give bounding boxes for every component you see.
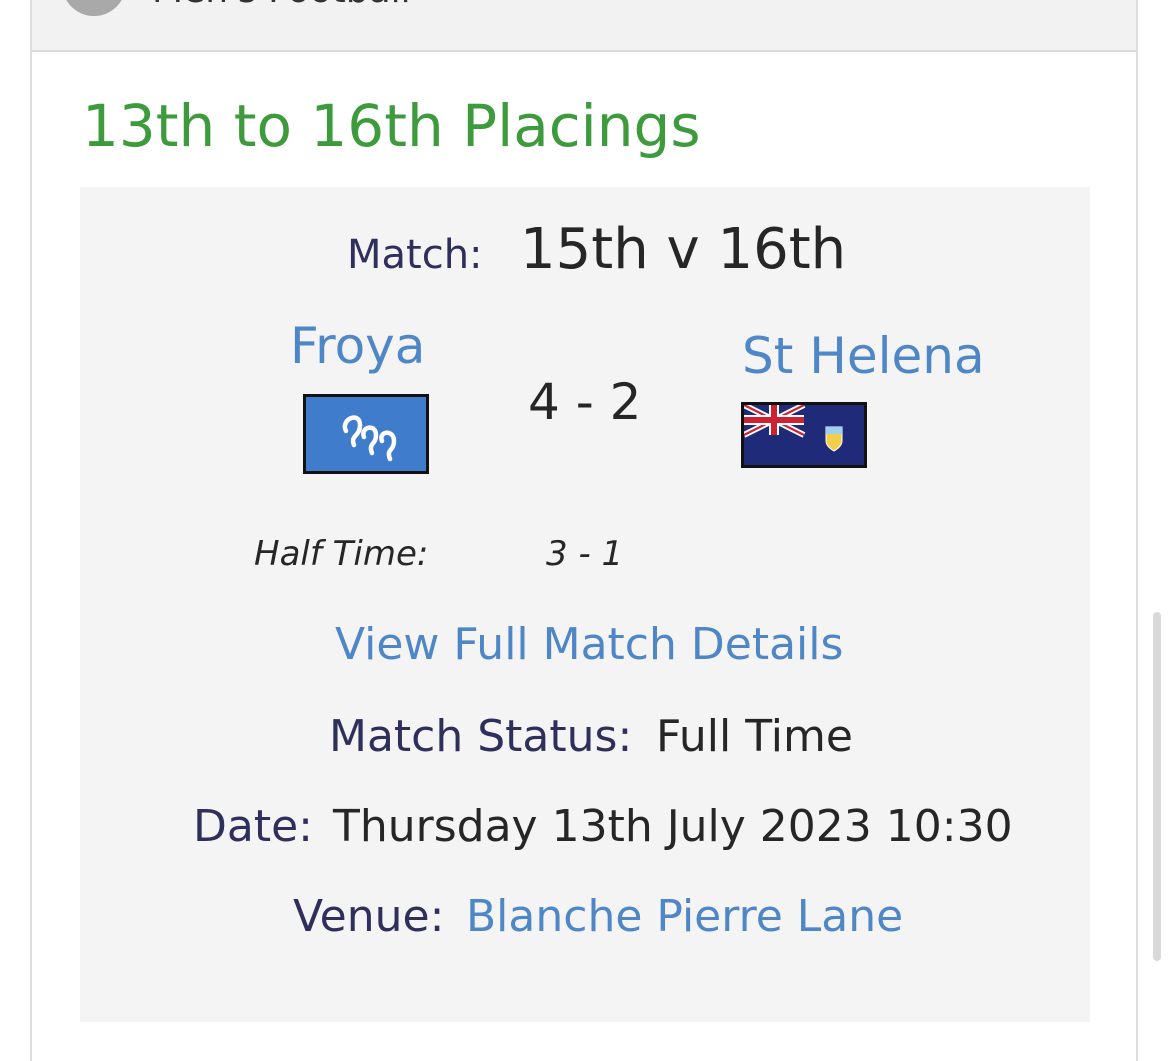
half-time-label: Half Time: xyxy=(254,534,429,574)
froya-flag-icon xyxy=(303,394,429,474)
scrollbar[interactable] xyxy=(1153,612,1161,961)
home-team-link[interactable]: Froya xyxy=(290,317,425,375)
half-time-score: 3 - 1 xyxy=(546,534,624,574)
match-status-value: Full Time xyxy=(656,711,853,762)
venue-label: Venue: xyxy=(293,891,445,942)
category-label: Men's Football xyxy=(152,0,411,11)
date-label: Date: xyxy=(193,801,313,852)
match-round-value: 15th v 16th xyxy=(520,217,847,282)
category-circle-icon xyxy=(62,0,126,16)
away-team-link[interactable]: St Helena xyxy=(742,327,985,385)
category-header[interactable]: Men's Football xyxy=(30,0,1138,52)
venue-link[interactable]: Blanche Pierre Lane xyxy=(466,891,903,942)
view-match-details-link[interactable]: View Full Match Details xyxy=(335,619,843,670)
date-value: Thursday 13th July 2023 10:30 xyxy=(333,801,1013,852)
st-helena-flag-icon xyxy=(741,402,867,468)
match-status-label: Match Status: xyxy=(329,711,633,762)
section-title: 13th to 16th Placings xyxy=(82,92,701,160)
final-score: 4 - 2 xyxy=(528,373,642,431)
match-label: Match: xyxy=(347,232,483,278)
match-card: Match: 15th v 16th Froya St Helena 4 - 2… xyxy=(80,187,1090,1022)
